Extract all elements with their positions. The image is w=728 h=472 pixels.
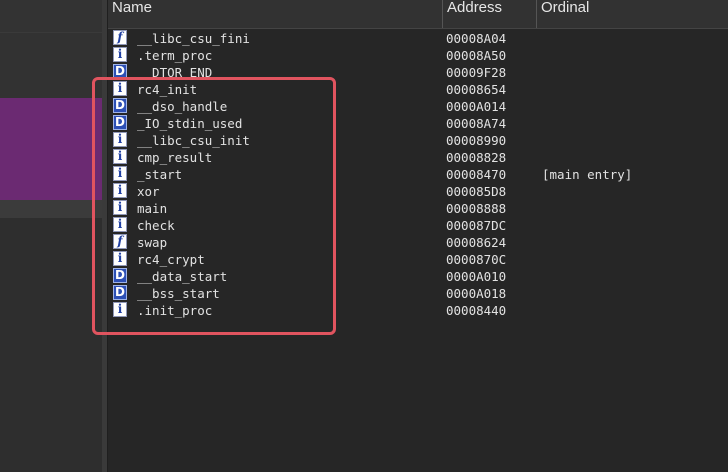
function-icon: i [113,183,127,198]
table-row[interactable]: f swap 00008624 [108,234,728,251]
row-name: __dso_handle [137,99,228,114]
column-header-ordinal[interactable]: Ordinal [541,0,589,28]
data-symbol-icon: D [113,98,127,113]
row-name: cmp_result [137,150,213,165]
row-address: 0000A010 [446,269,507,284]
row-address: 00008888 [446,201,507,216]
function-icon: i [113,47,127,62]
library-function-icon: f [113,30,127,45]
row-name: .term_proc [137,48,213,63]
row-address: 00008A74 [446,116,507,131]
table-row[interactable]: D __dso_handle 0000A014 [108,98,728,115]
table-row[interactable]: i .init_proc 00008440 [108,302,728,319]
row-name: swap [137,235,168,250]
row-address: 00008470 [446,167,507,182]
exports-table-body: f __libc_csu_fini 00008A04 i .term_proc 00008… [108,30,728,319]
function-icon: i [113,132,127,147]
data-symbol-icon: D [113,115,127,130]
row-address: 0000870C [446,252,507,267]
left-pane-selected-block[interactable] [0,98,102,200]
row-name: rc4_init [137,82,198,97]
function-icon: i [113,166,127,181]
table-row[interactable]: i _start 00008470 [main entry] [108,166,728,183]
row-address: 00009F28 [446,65,507,80]
row-name: main [137,201,168,216]
table-row[interactable]: i cmp_result 00008828 [108,149,728,166]
left-pane-header [0,0,102,33]
column-divider[interactable] [536,0,537,28]
table-row[interactable]: i rc4_init 00008654 [108,81,728,98]
left-pane [0,0,102,472]
row-address: 00008990 [446,133,507,148]
table-row[interactable]: i xor 000085D8 [108,183,728,200]
function-icon: i [113,149,127,164]
row-name: __bss_start [137,286,220,301]
row-name: __DTOR_END__ [137,65,228,80]
function-icon: i [113,302,127,317]
table-row[interactable]: i check 000087DC [108,217,728,234]
left-pane-strip [0,200,102,218]
function-icon: i [113,217,127,232]
row-ordinal: [main entry] [542,167,633,182]
row-name: __data_start [137,269,228,284]
row-address: 00008624 [446,235,507,250]
row-address: 00008A04 [446,31,507,46]
data-symbol-icon: D [113,64,127,79]
row-name: __libc_csu_init [137,133,250,148]
row-name: check [137,218,175,233]
row-address: 0000A014 [446,99,507,114]
table-row[interactable]: D _IO_stdin_used 00008A74 [108,115,728,132]
function-icon: i [113,251,127,266]
table-row[interactable]: i __libc_csu_init 00008990 [108,132,728,149]
library-function-icon: f [113,234,127,249]
table-row[interactable]: i main 00008888 [108,200,728,217]
data-symbol-icon: D [113,268,127,283]
table-row[interactable]: D __DTOR_END__ 00009F28 [108,64,728,81]
row-address: 00008A50 [446,48,507,63]
left-pane-area [0,33,102,98]
row-name: xor [137,184,160,199]
row-address: 000087DC [446,218,507,233]
column-header-name[interactable]: Name [112,0,152,28]
table-row[interactable]: i .term_proc 00008A50 [108,47,728,64]
row-name: _IO_stdin_used [137,116,243,131]
row-address: 000085D8 [446,184,507,199]
row-address: 00008654 [446,82,507,97]
exports-table-header: Name Address Ordinal [108,0,728,29]
column-divider[interactable] [442,0,443,28]
row-address: 00008440 [446,303,507,318]
row-address: 00008828 [446,150,507,165]
row-name: rc4_crypt [137,252,205,267]
row-name: .init_proc [137,303,213,318]
row-name: __libc_csu_fini [137,31,250,46]
row-name: _start [137,167,183,182]
row-address: 0000A018 [446,286,507,301]
column-header-address[interactable]: Address [447,0,502,28]
table-row[interactable]: D __bss_start 0000A018 [108,285,728,302]
function-icon: i [113,200,127,215]
table-row[interactable]: D __data_start 0000A010 [108,268,728,285]
data-symbol-icon: D [113,285,127,300]
function-icon: i [113,81,127,96]
table-row[interactable]: f __libc_csu_fini 00008A04 [108,30,728,47]
table-row[interactable]: i rc4_crypt 0000870C [108,251,728,268]
